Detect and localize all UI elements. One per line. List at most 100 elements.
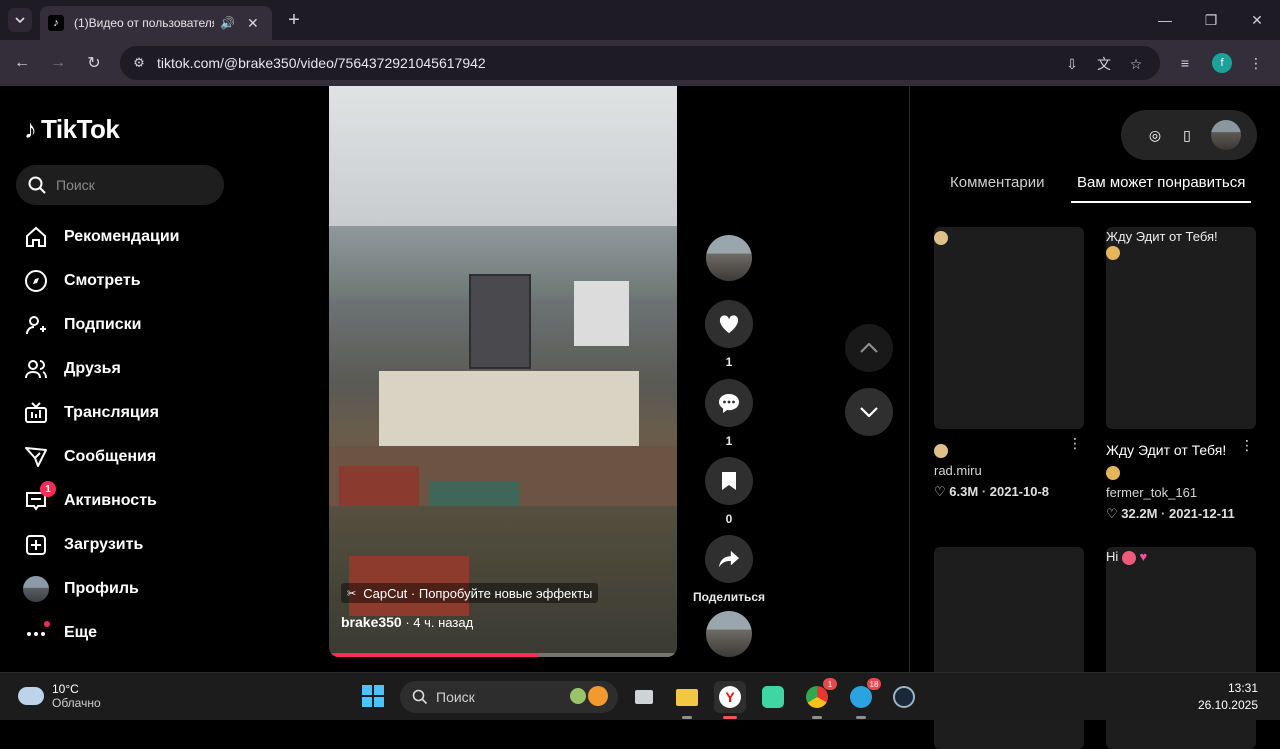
browser-tab[interactable]: ♪ (1)Видео от пользователя 🔊 ✕ <box>40 6 272 40</box>
close-window-button[interactable]: ✕ <box>1242 8 1272 32</box>
post-time: · 4 ч. назад <box>401 615 474 630</box>
telegram-icon[interactable]: 18 <box>845 678 881 719</box>
minimize-button[interactable]: — <box>1150 8 1180 32</box>
sidebar-item-activity[interactable]: 1 Активность <box>22 481 157 516</box>
music-disc-button[interactable] <box>705 611 753 657</box>
sidebar-item-explore[interactable]: Смотреть <box>22 266 141 296</box>
tiktok-coin-icon[interactable]: ◎ <box>1145 125 1165 145</box>
video-user[interactable]: rad.miru <box>934 463 1084 478</box>
save-button[interactable]: 0 <box>705 457 753 526</box>
taskbar-search-label: Поиск <box>436 689 475 705</box>
phone-icon[interactable]: ▯ <box>1177 125 1197 145</box>
windows-start-icon[interactable] <box>362 685 384 707</box>
tab-title: (1)Видео от пользователя <box>74 16 214 30</box>
media-controls-icon[interactable]: ≡ <box>1174 52 1196 74</box>
next-video-button[interactable] <box>845 388 893 436</box>
video-card[interactable]: ⋮ rad.miru ♡ 6.3M · 2021-10-8 <box>934 227 1084 500</box>
sidebar-item-friends[interactable]: Друзья <box>22 354 121 384</box>
url-text[interactable]: tiktok.com/@brake350/video/7564372921045… <box>157 55 486 71</box>
sidebar-item-label: Загрузить <box>64 536 144 553</box>
weather-widget[interactable]: 10°C Облачно <box>18 682 101 710</box>
bookmark-star-icon[interactable]: ☆ <box>1126 54 1146 74</box>
forward-button[interactable]: → <box>46 51 70 75</box>
taskbar-search[interactable]: Поиск <box>400 681 618 713</box>
tab-comments[interactable]: Комментарии <box>950 174 1044 191</box>
friends-icon <box>22 355 50 383</box>
music-disc-icon <box>706 611 752 657</box>
restore-button[interactable]: ❐ <box>1196 8 1226 32</box>
speaker-icon[interactable]: 🔊 <box>220 16 235 30</box>
video-thumbnail[interactable] <box>934 227 1084 429</box>
avatar[interactable] <box>1211 120 1241 150</box>
site-settings-icon[interactable]: ⚙ <box>130 54 148 72</box>
more-options-icon[interactable]: ⋮ <box>1068 435 1082 452</box>
video-card[interactable]: Жду Эдит от Тебя! Жду Эдит от Тебя! ⋮ fe… <box>1106 227 1256 522</box>
close-tab-icon[interactable]: ✕ <box>247 15 259 32</box>
file-explorer-icon[interactable] <box>671 681 703 719</box>
video-user[interactable]: fermer_tok_161 <box>1106 485 1256 500</box>
sidebar-item-label: Рекомендации <box>64 228 180 245</box>
tab-recommended[interactable]: Вам может понравиться <box>1077 174 1245 191</box>
emoji-icon <box>934 444 948 459</box>
chevron-up-icon <box>860 343 878 353</box>
profile-avatar[interactable]: f <box>1212 53 1232 73</box>
chevron-down-icon <box>15 17 25 23</box>
emoji-icon <box>1106 466 1120 481</box>
comment-button[interactable]: 1 <box>705 379 753 448</box>
menu-kebab-icon[interactable]: ⋮ <box>1245 52 1267 74</box>
tab-list-button[interactable] <box>8 8 32 32</box>
steam-icon[interactable] <box>888 681 920 713</box>
store-app-icon[interactable] <box>757 681 789 713</box>
more-options-icon[interactable]: ⋮ <box>1240 437 1254 454</box>
task-view-icon[interactable] <box>628 681 660 713</box>
like-count: 32.2M <box>1121 506 1158 521</box>
tiktok-note-icon: ♪ <box>24 114 37 144</box>
panel-tabs: Комментарии Вам может понравиться <box>910 172 1280 204</box>
back-button[interactable]: ← <box>10 51 34 75</box>
sidebar-item-live[interactable]: Трансляция <box>22 398 159 428</box>
video-thumbnail[interactable]: Жду Эдит от Тебя! <box>1106 227 1256 429</box>
video-author[interactable]: brake350 · 4 ч. назад <box>341 614 473 630</box>
creator-avatar-button[interactable] <box>705 235 753 281</box>
emoji-icon <box>934 230 948 245</box>
messages-icon <box>22 443 50 471</box>
new-tab-button[interactable]: + <box>282 8 306 32</box>
sidebar-item-upload[interactable]: Загрузить <box>22 530 143 560</box>
video-progress-bar[interactable] <box>329 653 677 657</box>
capcut-banner[interactable]: ✂ CapCut · Попробуйте новые эффекты <box>341 583 599 603</box>
save-count: 0 <box>725 512 733 526</box>
video-player[interactable]: ✂ CapCut · Попробуйте новые эффекты brak… <box>329 86 677 657</box>
search-input[interactable]: Поиск <box>16 165 224 205</box>
activity-badge: 1 <box>40 481 56 497</box>
yandex-browser-icon[interactable]: Y <box>714 681 746 719</box>
weather-temp: 10°C <box>52 682 79 696</box>
translate-icon[interactable]: 文 <box>1094 54 1114 74</box>
chrome-icon[interactable]: 1 <box>801 678 837 719</box>
cloud-icon <box>18 687 44 705</box>
previous-video-button[interactable] <box>845 324 893 372</box>
like-button[interactable]: 1 <box>705 300 753 369</box>
reload-button[interactable]: ↻ <box>82 51 106 75</box>
share-button[interactable]: Поделиться <box>691 535 767 604</box>
share-arrow-icon <box>719 550 739 568</box>
address-bar[interactable]: ⚙ tiktok.com/@brake350/video/75643729210… <box>120 46 1160 80</box>
sidebar-item-more[interactable]: Еще <box>22 618 97 648</box>
sidebar-item-label: Трансляция <box>64 404 159 421</box>
sidebar-item-recommended[interactable]: Рекомендации <box>22 222 180 252</box>
more-icon <box>22 619 50 647</box>
author-name[interactable]: brake350 <box>341 614 402 630</box>
more-dot-badge <box>44 621 50 627</box>
install-app-icon[interactable]: ⇩ <box>1062 54 1082 74</box>
weather-desc: Облачно <box>52 696 101 710</box>
post-date: 2021-10-8 <box>989 484 1050 499</box>
tiktok-favicon-icon: ♪ <box>48 15 64 31</box>
live-icon <box>22 399 50 427</box>
system-clock[interactable]: 13:31 26.10.2025 <box>1198 681 1258 712</box>
sidebar-item-label: Профиль <box>64 580 139 597</box>
video-building <box>574 281 629 346</box>
sidebar-item-following[interactable]: Подписки <box>22 310 141 340</box>
sidebar-item-messages[interactable]: Сообщения <box>22 442 156 472</box>
search-icon <box>28 176 46 194</box>
sidebar-item-profile[interactable]: Профиль <box>22 574 139 604</box>
tiktok-logo[interactable]: ♪ TikTok <box>24 114 120 145</box>
